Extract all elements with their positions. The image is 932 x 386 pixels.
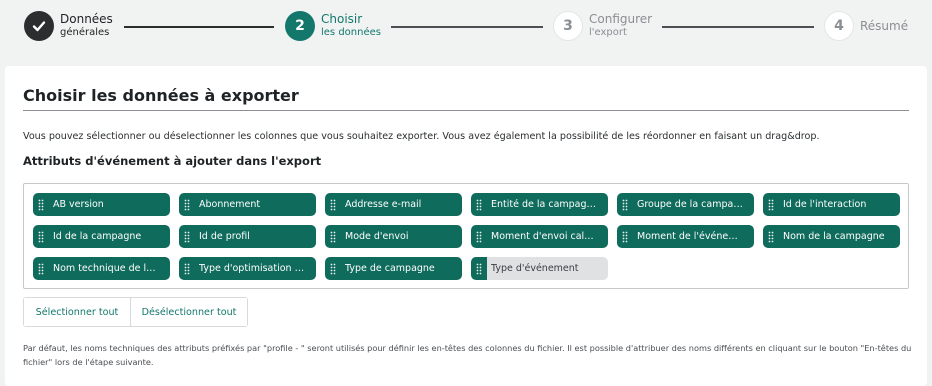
footnote-text: Par défaut, les noms techniques des attr… bbox=[23, 343, 912, 367]
attribute-chip[interactable]: Id de l'interaction bbox=[763, 193, 900, 216]
drag-handle-icon[interactable] bbox=[471, 225, 487, 248]
attribute-chip[interactable]: Mode d'envoi bbox=[325, 225, 462, 248]
step-title: Données bbox=[60, 12, 113, 26]
attribute-chip-label: Mode d'envoi bbox=[345, 231, 409, 242]
attribute-chip-label: Type de campagne bbox=[345, 263, 435, 274]
attribute-chip-label: Id de profil bbox=[199, 231, 250, 242]
drag-handle-icon[interactable] bbox=[325, 225, 341, 248]
divider bbox=[23, 110, 909, 111]
drag-handle-icon[interactable] bbox=[179, 257, 195, 280]
select-all-button[interactable]: Sélectionner tout bbox=[24, 298, 130, 326]
section-title: Attributs d'événement à ajouter dans l'e… bbox=[23, 154, 322, 168]
step-subtitle: générales bbox=[60, 27, 110, 38]
step-connector bbox=[662, 26, 814, 28]
attribute-chip[interactable]: Type d'optimisation … bbox=[179, 257, 316, 280]
step-number: 4 bbox=[824, 11, 854, 41]
drag-handle-icon[interactable] bbox=[33, 225, 49, 248]
step-connector bbox=[124, 26, 274, 28]
step-title: Configurer bbox=[589, 12, 653, 26]
page-title: Choisir les données à exporter bbox=[23, 86, 299, 105]
attribute-chip-label: Nom technique de l… bbox=[53, 263, 156, 274]
drag-handle-icon[interactable] bbox=[33, 193, 49, 216]
step-general-data[interactable]: Données générales bbox=[24, 10, 113, 42]
step-subtitle: les données bbox=[321, 27, 381, 38]
attribute-chip-label: Id de la campagne bbox=[53, 231, 142, 242]
attribute-chip-label: Abonnement bbox=[199, 199, 261, 210]
drag-handle-icon[interactable] bbox=[763, 225, 779, 248]
attribute-chip-label: Addresse e-mail bbox=[345, 199, 422, 210]
step-choose-data[interactable]: 2 Choisir les données bbox=[285, 10, 381, 42]
attribute-chip-label: Moment de l'événe… bbox=[637, 231, 738, 242]
drag-handle-icon[interactable] bbox=[471, 257, 487, 280]
attribute-chip-label: Groupe de la campa… bbox=[637, 199, 743, 210]
attribute-chip[interactable]: Addresse e-mail bbox=[325, 193, 462, 216]
attribute-chip-label: Type d'événement bbox=[491, 263, 579, 274]
attribute-chip[interactable]: Abonnement bbox=[179, 193, 316, 216]
attribute-chip-label: Moment d'envoi cal… bbox=[491, 231, 594, 242]
drag-handle-icon[interactable] bbox=[179, 225, 195, 248]
stepper: Données générales 2 Choisir les données … bbox=[0, 0, 932, 56]
attribute-chip-list: AB version Abonnement Addresse e-mail Entit… bbox=[23, 183, 909, 289]
step-configure-export[interactable]: 3 Configurer l'export bbox=[553, 10, 652, 42]
drag-handle-icon[interactable] bbox=[617, 225, 633, 248]
attribute-chip[interactable]: Nom technique de l… bbox=[33, 257, 170, 280]
intro-text: Vous pouvez sélectionner ou déselectionn… bbox=[23, 131, 820, 142]
attribute-chip[interactable]: Id de la campagne bbox=[33, 225, 170, 248]
attribute-chip[interactable]: Moment d'envoi cal… bbox=[471, 225, 608, 248]
drag-handle-icon[interactable] bbox=[325, 193, 341, 216]
attribute-chip[interactable]: Nom de la campagne bbox=[763, 225, 900, 248]
drag-handle-icon[interactable] bbox=[325, 257, 341, 280]
step-subtitle: l'export bbox=[589, 27, 627, 38]
attribute-chip[interactable]: Groupe de la campa… bbox=[617, 193, 754, 216]
check-icon bbox=[24, 11, 54, 41]
attribute-chip-label: Type d'optimisation … bbox=[199, 263, 305, 274]
attribute-chip[interactable]: Moment de l'événe… bbox=[617, 225, 754, 248]
attribute-chip[interactable]: Id de profil bbox=[179, 225, 316, 248]
deselect-all-button[interactable]: Désélectionner tout bbox=[130, 298, 247, 326]
step-connector bbox=[391, 26, 543, 28]
attribute-chip[interactable]: AB version bbox=[33, 193, 170, 216]
attribute-chip[interactable]: Type d'événement bbox=[471, 257, 608, 280]
export-data-card: Choisir les données à exporter Vous pouv… bbox=[5, 66, 927, 386]
drag-handle-icon[interactable] bbox=[179, 193, 195, 216]
drag-handle-icon[interactable] bbox=[617, 193, 633, 216]
selection-button-group: Sélectionner tout Désélectionner tout bbox=[23, 297, 248, 327]
attribute-chip[interactable]: Type de campagne bbox=[325, 257, 462, 280]
attribute-chip-label: Nom de la campagne bbox=[783, 231, 885, 242]
attribute-chip-label: Entité de la campag… bbox=[491, 199, 597, 210]
drag-handle-icon[interactable] bbox=[471, 193, 487, 216]
step-title: Résumé bbox=[860, 18, 909, 33]
drag-handle-icon[interactable] bbox=[33, 257, 49, 280]
attribute-chip[interactable]: Entité de la campag… bbox=[471, 193, 608, 216]
step-number: 2 bbox=[285, 11, 315, 41]
step-title: Choisir bbox=[321, 12, 363, 26]
drag-handle-icon[interactable] bbox=[763, 193, 779, 216]
step-number: 3 bbox=[553, 11, 583, 41]
attribute-chip-label: AB version bbox=[53, 199, 104, 210]
step-summary[interactable]: 4 Résumé bbox=[824, 10, 908, 42]
attribute-chip-label: Id de l'interaction bbox=[783, 199, 867, 210]
